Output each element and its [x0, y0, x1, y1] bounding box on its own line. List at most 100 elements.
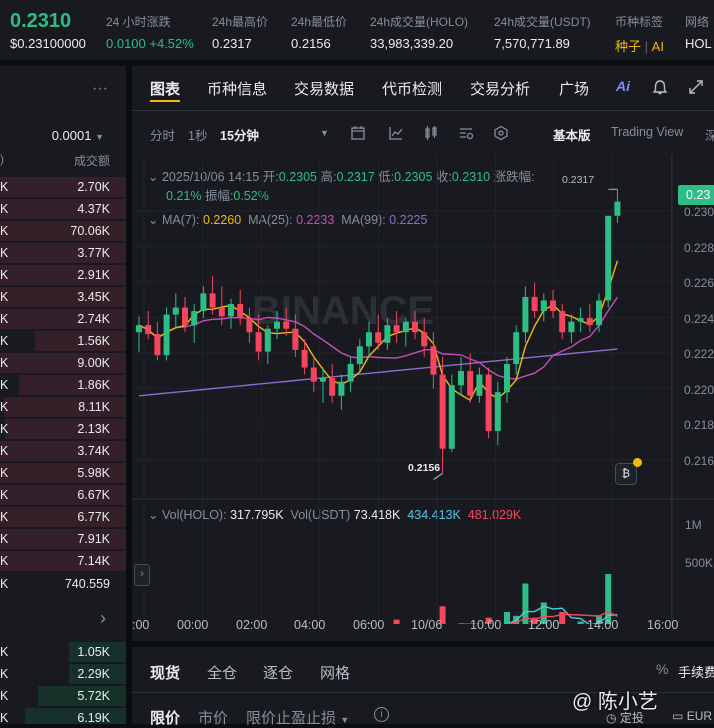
candle-body — [136, 325, 142, 333]
chart-panel: 图表 币种信息 交易数据 代币检测 交易分析 广场 Ai 分时 1秒 15分钟 … — [132, 66, 714, 641]
event-marker-icon[interactable]: ₿ — [615, 463, 637, 485]
ask-row[interactable]: K 2.70K — [0, 176, 126, 198]
ask-row[interactable]: K 7.14K — [0, 550, 126, 572]
ask-total: 7.14K — [77, 554, 110, 568]
candle-body — [384, 325, 391, 343]
stat-tags[interactable]: 种子 | AI — [615, 36, 664, 55]
eur-button[interactable]: ▭ EUR — [672, 709, 712, 723]
bid-row[interactable]: K 2.29K — [0, 663, 126, 685]
y-tick: 0.230 — [684, 205, 714, 219]
bell-icon[interactable] — [652, 79, 668, 96]
ask-row[interactable]: K 70.06K — [0, 220, 126, 242]
bid-qty: K — [0, 667, 9, 681]
tab-square[interactable]: 广场 — [559, 78, 589, 99]
tab-isolated[interactable]: 逐仓 — [263, 662, 293, 683]
order-type-market[interactable]: 市价 — [198, 707, 228, 728]
tab-grid[interactable]: 网格 — [320, 662, 350, 683]
ask-row[interactable]: K 2.91K — [0, 264, 126, 286]
chevron-right-icon[interactable]: › — [100, 608, 106, 629]
ask-row[interactable]: K 3.45K — [0, 286, 126, 308]
tab-trade-data[interactable]: 交易数据 — [294, 78, 354, 99]
candle-body — [264, 328, 271, 352]
line-chart-icon[interactable] — [388, 125, 404, 141]
interval-time[interactable]: 分时 — [150, 125, 175, 144]
candle-body — [301, 349, 308, 368]
candle-body — [356, 346, 363, 364]
orderbook-mid-row[interactable]: K 740.559 — [0, 573, 126, 595]
tab-coin-info[interactable]: 币种信息 — [207, 78, 267, 99]
low-mark-line — [433, 472, 443, 480]
bid-row[interactable]: K 6.19K — [0, 707, 126, 724]
basic-view-button[interactable]: 基本版 — [553, 125, 591, 144]
ask-row[interactable]: K 3.74K — [0, 440, 126, 462]
y-tick: 0.220 — [684, 382, 714, 397]
ask-row[interactable]: K 9.00K — [0, 352, 126, 374]
price-chart[interactable]: BINANCE — [132, 154, 714, 624]
ask-total: 9.00K — [77, 356, 110, 370]
volume-bar — [393, 619, 400, 624]
order-type-stop-limit[interactable]: 限价止盈止损 ▼ — [246, 707, 349, 728]
y-tick: 0.222 — [684, 347, 714, 361]
caret-down-icon[interactable]: ▼ — [320, 128, 329, 138]
candle-body — [531, 296, 538, 312]
indicator-settings-icon[interactable] — [458, 125, 474, 141]
caret-down-icon: ▼ — [95, 132, 104, 142]
ask-row[interactable]: K 1.56K — [0, 330, 126, 352]
order-type-limit[interactable]: 限价 — [150, 707, 180, 728]
tab-chart[interactable]: 图表 — [150, 78, 180, 99]
stat-network-label: 网络 — [685, 15, 710, 29]
candle-body — [255, 332, 262, 352]
candle-body — [338, 381, 345, 396]
ask-total: 4.37K — [77, 202, 110, 216]
ask-row[interactable]: K 3.77K — [0, 242, 126, 264]
ai-icon[interactable]: Ai — [616, 78, 630, 94]
stat-24h-high-label: 24h最高价 — [212, 15, 269, 29]
stat-network: HOL — [685, 36, 712, 51]
ask-row[interactable]: K 6.67K — [0, 484, 126, 506]
ask-row[interactable]: K 7.91K — [0, 528, 126, 550]
tab-spot[interactable]: 现货 — [150, 662, 180, 683]
dca-button[interactable]: ◷ 定投 — [606, 709, 644, 726]
ask-total: 3.77K — [77, 246, 110, 260]
candle-body — [329, 378, 336, 396]
ask-row[interactable]: K 1.86K — [0, 374, 126, 396]
event-dot — [633, 458, 642, 467]
x-tick: 06:00 — [353, 618, 385, 632]
candle-body — [163, 314, 170, 356]
calendar-icon[interactable] — [350, 125, 366, 141]
expand-left-icon[interactable]: › — [134, 564, 150, 586]
info-icon[interactable]: i — [374, 707, 389, 722]
precision-select[interactable]: 0.0001 ▼ — [52, 128, 104, 143]
stat-24h-change: 0.0100 +4.52% — [106, 36, 194, 51]
candle-body — [568, 321, 575, 333]
percent-icon[interactable]: % — [656, 661, 668, 677]
interval-15m[interactable]: 15分钟 — [220, 125, 259, 144]
tab-token-check[interactable]: 代币检测 — [382, 78, 442, 99]
ask-row[interactable]: K 6.77K — [0, 506, 126, 528]
bid-row[interactable]: K 1.05K — [0, 641, 126, 663]
depth-button[interactable]: 深 — [705, 125, 714, 144]
tab-cross[interactable]: 全仓 — [207, 662, 237, 683]
ask-row[interactable]: K 5.98K — [0, 462, 126, 484]
interval-1s[interactable]: 1秒 — [188, 125, 207, 144]
bid-row[interactable]: K 5.72K — [0, 685, 126, 707]
more-icon[interactable]: ··· — [92, 80, 108, 98]
stat-24h-change-label: 24 小时涨跌 — [106, 15, 171, 29]
ask-row[interactable]: K 2.74K — [0, 308, 126, 330]
hexagon-settings-icon[interactable] — [493, 125, 509, 141]
candlestick-icon[interactable] — [423, 125, 439, 141]
expand-icon[interactable] — [688, 79, 704, 95]
tag-ai[interactable]: AI — [652, 39, 664, 54]
ask-row[interactable]: K 8.11K — [0, 396, 126, 418]
candle-body — [596, 300, 602, 326]
tradingview-button[interactable]: Trading View — [611, 125, 683, 139]
ask-total: 7.91K — [77, 532, 110, 546]
ask-row[interactable]: K 2.13K — [0, 418, 126, 440]
candle-body — [218, 307, 225, 317]
ask-row[interactable]: K 4.37K — [0, 198, 126, 220]
tag-seed[interactable]: 种子 — [615, 39, 641, 54]
x-tick: 12:00 — [528, 618, 560, 632]
tab-trade-analysis[interactable]: 交易分析 — [470, 78, 530, 99]
fee-label[interactable]: 手续费 — [678, 662, 714, 681]
x-tick: 16:00 — [647, 618, 679, 632]
